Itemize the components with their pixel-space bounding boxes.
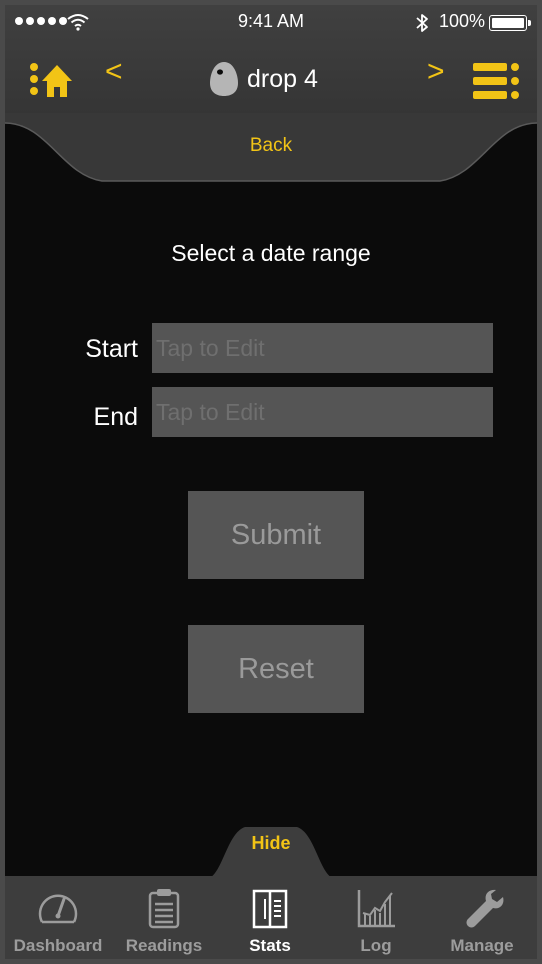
tab-label: Stats xyxy=(249,936,291,955)
back-button[interactable]: Back xyxy=(5,135,537,157)
chevron-left-icon[interactable]: < xyxy=(105,57,123,87)
bar-chart-icon xyxy=(357,890,395,928)
home-icon[interactable] xyxy=(29,57,75,101)
device-selector[interactable]: drop 4 xyxy=(209,57,318,101)
wrench-icon xyxy=(466,889,504,928)
tab-label: Manage xyxy=(450,936,514,955)
start-date-field[interactable] xyxy=(152,323,493,373)
tab-manage[interactable]: Manage xyxy=(429,876,535,959)
reset-button[interactable]: Reset xyxy=(188,625,364,713)
tab-dashboard[interactable]: Dashboard xyxy=(5,876,111,959)
app-screen: 9:41 AM 100% < drop 4 > Back Select a da… xyxy=(5,5,537,959)
tab-bar: Dashboard Readings Stats Log Manage xyxy=(5,876,537,959)
tab-label: Dashboard xyxy=(13,936,103,955)
date-range-prompt: Select a date range xyxy=(171,240,371,266)
start-label: Start xyxy=(85,335,138,363)
menu-icon[interactable] xyxy=(473,61,521,101)
chevron-right-icon[interactable]: > xyxy=(427,57,445,87)
device-name: drop 4 xyxy=(247,64,318,93)
stats-book-icon xyxy=(252,889,288,929)
end-date-field[interactable] xyxy=(152,387,493,437)
nav-bar: < drop 4 > xyxy=(5,39,537,115)
tab-label: Log xyxy=(360,936,392,955)
gauge-icon xyxy=(38,894,78,924)
bluetooth-icon xyxy=(416,14,428,32)
battery-icon xyxy=(489,15,531,31)
status-bar: 9:41 AM 100% xyxy=(5,5,537,39)
submit-button[interactable]: Submit xyxy=(188,491,364,579)
tab-label: Readings xyxy=(125,936,203,955)
tab-stats[interactable]: Stats xyxy=(217,876,323,959)
tab-log[interactable]: Log xyxy=(323,876,429,959)
clipboard-icon xyxy=(148,889,180,929)
hide-button[interactable]: Hide xyxy=(5,833,537,854)
battery-percent: 100% xyxy=(439,11,486,31)
drop-device-icon xyxy=(210,62,238,96)
end-label: End xyxy=(93,403,138,431)
tab-readings[interactable]: Readings xyxy=(111,876,217,959)
